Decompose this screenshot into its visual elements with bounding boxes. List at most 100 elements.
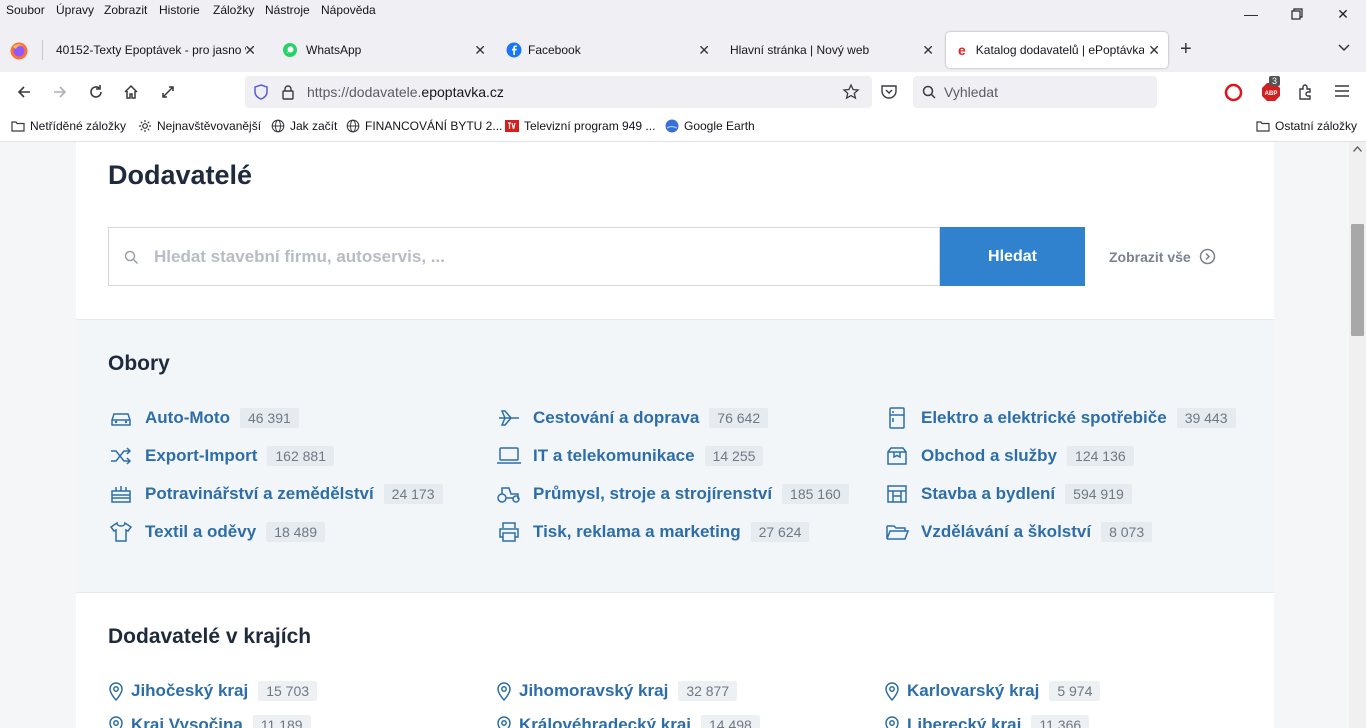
region-label: Liberecký kraj xyxy=(907,715,1022,728)
close-tab-icon[interactable]: ✕ xyxy=(698,42,710,59)
bookmark-label: Netříděné záložky xyxy=(30,119,127,133)
page-viewport: Dodavatelé Hledat stavební firmu, autose… xyxy=(0,142,1349,728)
show-all-link[interactable]: Zobrazit vše xyxy=(1109,248,1216,265)
list-tabs-button[interactable] xyxy=(1337,40,1351,59)
menu-zalozky[interactable]: Záložky xyxy=(213,3,254,17)
category-count: 27 624 xyxy=(750,522,810,542)
lock-icon[interactable] xyxy=(281,84,295,100)
region-jihocesky[interactable]: Jihočeský kraj 15 703 xyxy=(108,679,318,703)
regions-title: Dodavatelé v krajích xyxy=(108,625,312,648)
category-prumysl[interactable]: Průmysl, stroje a strojírenství 185 160 xyxy=(496,482,849,506)
region-jihomoravsky[interactable]: Jihomoravský kraj 32 877 xyxy=(496,679,738,703)
scrollbar-thumb[interactable] xyxy=(1351,224,1364,336)
menu-napoveda[interactable]: Nápověda xyxy=(321,3,376,17)
category-label: Cestování a doprava xyxy=(533,408,700,427)
bookmark-tv-program[interactable]: Televizní program 949 ... xyxy=(505,119,655,133)
tab-whatsapp[interactable]: WhatsApp ✕ xyxy=(270,32,494,68)
supplier-search-input[interactable]: Hledat stavební firmu, autoservis, ... xyxy=(108,227,940,286)
menu-historie[interactable]: Historie xyxy=(159,3,200,17)
whatsapp-icon xyxy=(283,43,297,57)
bookmark-financovani[interactable]: FINANCOVÁNÍ BYTU 2... xyxy=(346,119,502,133)
category-it[interactable]: IT a telekomunikace 14 255 xyxy=(496,444,764,468)
navigation-bar: https://dodavatele.epoptavka.cz Vyhledat… xyxy=(0,72,1366,112)
bookmark-google-earth[interactable]: Google Earth xyxy=(665,119,755,133)
tab-facebook[interactable]: Facebook ✕ xyxy=(494,32,718,68)
arrow-right-icon xyxy=(54,86,67,98)
search-button[interactable]: Hledat xyxy=(940,227,1085,286)
pocket-button[interactable] xyxy=(880,84,898,105)
category-count: 185 160 xyxy=(782,484,849,504)
app-menu-button[interactable] xyxy=(1334,84,1350,103)
bookmark-star-icon[interactable] xyxy=(842,83,860,101)
menu-zobrazit[interactable]: Zobrazit xyxy=(104,3,147,17)
region-kralovehradecky[interactable]: Královéhradecký kraj 14 498 xyxy=(496,713,760,728)
region-count: 11 366 xyxy=(1031,715,1090,728)
reload-button[interactable] xyxy=(82,78,110,106)
shield-icon[interactable] xyxy=(253,84,269,100)
shuffle-icon xyxy=(108,445,134,467)
close-tab-icon[interactable]: ✕ xyxy=(474,42,486,59)
home-icon xyxy=(124,84,138,99)
category-obchod[interactable]: Obchod a služby 124 136 xyxy=(884,444,1134,468)
search-bar[interactable]: Vyhledat xyxy=(913,76,1157,108)
menu-soubor[interactable]: Soubor xyxy=(6,3,45,17)
minimize-button[interactable]: — xyxy=(1228,0,1274,28)
region-count: 14 498 xyxy=(701,715,760,728)
close-tab-icon[interactable]: ✕ xyxy=(244,42,256,59)
bookmark-label: Jak začít xyxy=(290,119,338,133)
category-auto-moto[interactable]: Auto-Moto 46 391 xyxy=(108,406,299,430)
region-vysocina[interactable]: Kraj Vysočina 11 189 xyxy=(108,713,311,728)
close-tab-icon[interactable]: ✕ xyxy=(1148,42,1160,59)
menu-nastroje[interactable]: Nástroje xyxy=(265,3,310,17)
vertical-scrollbar[interactable] xyxy=(1349,142,1366,728)
firefox-menu-icon[interactable] xyxy=(9,41,29,66)
opera-extension-button[interactable] xyxy=(1224,83,1243,107)
back-button[interactable] xyxy=(10,78,38,106)
close-window-button[interactable]: ✕ xyxy=(1320,0,1366,28)
category-count: 594 919 xyxy=(1065,484,1132,504)
category-elektro[interactable]: Elektro a elektrické spotřebiče 39 443 xyxy=(884,406,1236,430)
category-label: Stavba a bydlení xyxy=(921,484,1056,503)
map-pin-icon xyxy=(109,682,123,701)
tab-hlavni-stranka[interactable]: Hlavní stránka | Nový web ✕ xyxy=(718,32,942,68)
url-bar[interactable]: https://dodavatele.epoptavka.cz xyxy=(245,76,872,108)
category-stavba[interactable]: Stavba a bydlení 594 919 xyxy=(884,482,1132,506)
restore-button[interactable] xyxy=(1274,0,1320,28)
home-button[interactable] xyxy=(117,78,145,106)
region-liberecky[interactable]: Liberecký kraj 11 366 xyxy=(884,713,1090,728)
forward-button[interactable] xyxy=(46,78,74,106)
category-export-import[interactable]: Export-Import 162 881 xyxy=(108,444,334,468)
category-count: 8 073 xyxy=(1101,522,1153,542)
printer-icon xyxy=(496,521,522,543)
bookmark-netridene[interactable]: Netříděné záložky xyxy=(11,119,126,133)
category-vzdelavani[interactable]: Vzdělávání a školství 8 073 xyxy=(884,520,1153,544)
tab-katalog-dodavatelu[interactable]: e Katalog dodavatelů | ePoptávka ✕ xyxy=(946,32,1168,68)
circle-chevron-right-icon xyxy=(1199,248,1215,265)
region-count: 32 877 xyxy=(678,681,738,701)
region-count: 5 974 xyxy=(1049,681,1101,701)
facebook-icon xyxy=(506,42,522,58)
category-label: IT a telekomunikace xyxy=(533,446,695,465)
region-karlovarsky[interactable]: Karlovarský kraj 5 974 xyxy=(884,679,1101,703)
new-tab-button[interactable]: + xyxy=(1180,38,1192,61)
category-potravinarstvi[interactable]: Potravinářství a zemědělství 24 173 xyxy=(108,482,443,506)
menu-upravy[interactable]: Úpravy xyxy=(56,3,94,17)
arrow-left-icon xyxy=(17,86,30,98)
fullscreen-button[interactable] xyxy=(154,78,182,106)
bookmark-jak-zacit[interactable]: Jak začít xyxy=(271,119,337,133)
tab-epoptavka-texty[interactable]: 40152-Texty Epoptávek - pro jasno v ✕ xyxy=(44,32,264,68)
extensions-button[interactable] xyxy=(1297,83,1315,106)
category-count: 18 489 xyxy=(266,522,326,542)
close-tab-icon[interactable]: ✕ xyxy=(922,42,934,59)
category-cestovani[interactable]: Cestování a doprava 76 642 xyxy=(496,406,769,430)
category-label: Tisk, reklama a marketing xyxy=(533,522,741,541)
category-count: 46 391 xyxy=(239,408,299,428)
bookmark-label: Nejnavštěvovanější xyxy=(157,119,262,133)
bookmark-nejnavstevovanejsi[interactable]: Nejnavštěvovanější xyxy=(138,119,261,133)
adblock-button[interactable]: ABP 3 xyxy=(1261,76,1281,107)
scroll-up-icon[interactable] xyxy=(1353,146,1362,152)
categories-section: Obory Auto-Moto 46 391 Cestování a dopra… xyxy=(76,319,1274,593)
bookmark-ostatni[interactable]: Ostatní záložky xyxy=(1256,119,1357,133)
category-textil[interactable]: Textil a oděvy 18 489 xyxy=(108,520,326,544)
category-tisk[interactable]: Tisk, reklama a marketing 27 624 xyxy=(496,520,810,544)
